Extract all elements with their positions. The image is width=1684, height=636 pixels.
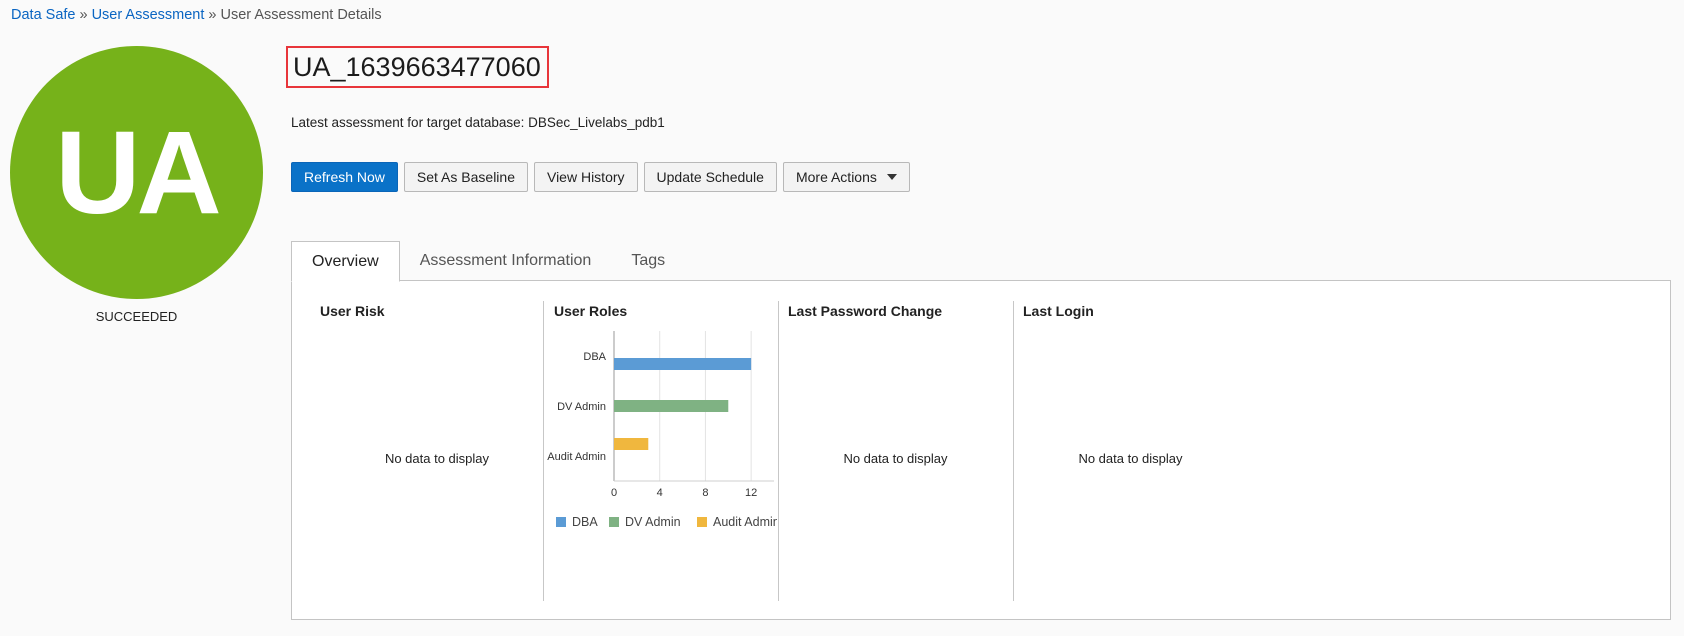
tab-assessment-information[interactable]: Assessment Information — [400, 241, 612, 281]
bar-audit-admin — [614, 438, 649, 450]
set-as-baseline-button[interactable]: Set As Baseline — [403, 162, 528, 192]
update-schedule-button[interactable]: Update Schedule — [643, 162, 777, 192]
legend-swatch — [556, 517, 566, 527]
breadcrumb-current: User Assessment Details — [220, 7, 382, 23]
more-actions-label: More Actions — [795, 169, 877, 185]
target-database-subtitle: Latest assessment for target database: D… — [291, 115, 665, 130]
refresh-now-button[interactable]: Refresh Now — [291, 162, 398, 192]
chevron-down-icon — [886, 174, 897, 180]
x-tick-label: 0 — [611, 487, 617, 499]
breadcrumb-data-safe-link[interactable]: Data Safe — [11, 7, 76, 23]
y-category-label: DBA — [583, 351, 606, 363]
breadcrumb: Data Safe» User Assessment» User Assessmen… — [11, 7, 382, 23]
y-category-label: DV Admin — [557, 401, 606, 413]
user-roles-chart: 0 4 8 12 DBA DV Admin Audit Admin DBA DV Admin Au… — [547, 331, 777, 529]
legend-swatch — [609, 517, 619, 527]
x-tick-label: 12 — [745, 487, 757, 499]
user-roles-section: User Roles 0 4 8 12 DBA DV Admin Audit Admin DB… — [544, 301, 777, 601]
page-title: UA_1639663477060 — [286, 46, 549, 88]
view-history-button[interactable]: View History — [533, 162, 638, 192]
bar-dba — [614, 358, 752, 370]
legend-label: DV Admin — [625, 515, 681, 529]
x-tick-label: 4 — [657, 487, 663, 499]
last-login-empty: No data to display — [1078, 451, 1183, 466]
breadcrumb-separator: » — [208, 7, 217, 23]
last-password-change-empty: No data to display — [843, 451, 948, 466]
legend-label: DBA — [572, 515, 598, 529]
assessment-avatar-block: UA SUCCEEDED — [10, 46, 263, 324]
last-password-change-section: Last Password Change No data to display — [779, 301, 1012, 601]
overview-panel: User Risk No data to display User Roles … — [291, 280, 1671, 620]
user-risk-section: User Risk No data to display — [292, 301, 542, 601]
breadcrumb-separator: » — [79, 7, 88, 23]
tab-bar: Overview Assessment Information Tags — [291, 241, 685, 282]
y-category-label: Audit Admin — [547, 451, 606, 463]
status-label: SUCCEEDED — [95, 309, 178, 324]
tab-overview[interactable]: Overview — [291, 241, 400, 282]
avatar: UA — [10, 46, 263, 299]
legend-swatch — [697, 517, 707, 527]
legend-label: Audit Admin — [713, 515, 777, 529]
last-password-change-title: Last Password Change — [788, 303, 943, 319]
user-risk-title: User Risk — [320, 303, 385, 319]
last-login-title: Last Login — [1023, 303, 1094, 319]
tab-tags[interactable]: Tags — [611, 241, 685, 281]
action-toolbar: Refresh Now Set As Baseline View History… — [291, 162, 910, 192]
last-login-section: Last Login No data to display — [1014, 301, 1247, 601]
more-actions-button[interactable]: More Actions — [782, 162, 910, 192]
x-tick-label: 8 — [702, 487, 708, 499]
breadcrumb-user-assessment-link[interactable]: User Assessment — [92, 7, 205, 23]
bar-dv-admin — [614, 400, 729, 412]
user-risk-empty: No data to display — [384, 451, 490, 466]
